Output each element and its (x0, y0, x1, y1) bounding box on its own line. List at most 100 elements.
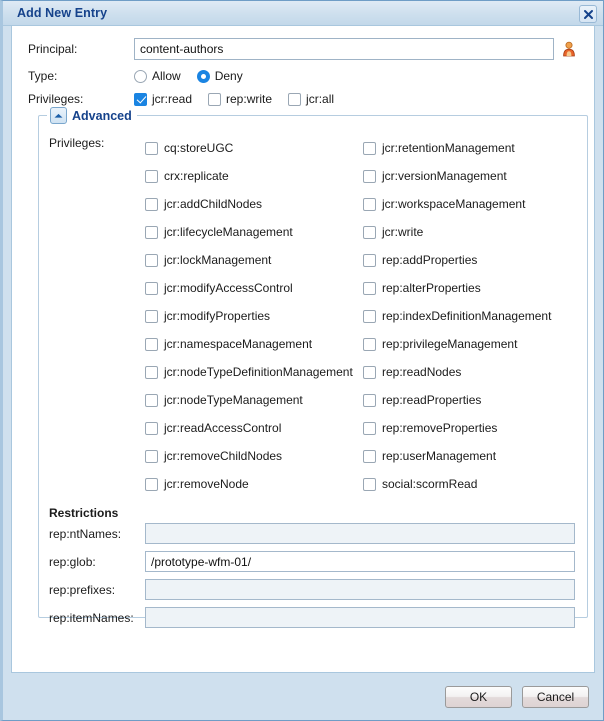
privilege-checkbox-jcr-namespacemanagement[interactable]: jcr:namespaceManagement (145, 330, 363, 358)
checkbox-jcr-all-indicator (288, 92, 302, 106)
principal-label: Principal: (28, 42, 78, 56)
close-glyph (583, 9, 593, 19)
privilege-checkbox-jcr-workspacemanagement[interactable]: jcr:workspaceManagement (363, 190, 581, 218)
radio-allow-indicator (134, 69, 147, 83)
restriction-input-rep-itemnames[interactable] (145, 607, 575, 628)
privilege-checkbox-indicator (363, 141, 376, 155)
privilege-checkbox-label: jcr:lockManagement (164, 253, 272, 267)
privilege-checkbox-indicator (145, 365, 158, 379)
privilege-checkbox-jcr-removenode[interactable]: jcr:removeNode (145, 470, 363, 498)
privilege-checkbox-indicator (363, 393, 376, 407)
privilege-checkbox-indicator (145, 421, 158, 435)
restriction-input-rep-ntnames[interactable] (145, 523, 575, 544)
privilege-checkbox-label: rep:privilegeManagement (382, 337, 518, 351)
principal-input[interactable] (134, 38, 555, 60)
privilege-checkbox-jcr-write[interactable]: jcr:write (363, 218, 581, 246)
privileges-label: Privileges: (28, 92, 84, 106)
privilege-checkbox-jcr-modifyaccesscontrol[interactable]: jcr:modifyAccessControl (145, 274, 363, 302)
privilege-checkbox-label: cq:storeUGC (164, 141, 234, 155)
privilege-checkbox-label: jcr:modifyAccessControl (164, 281, 293, 295)
privilege-checkbox-jcr-addchildnodes[interactable]: jcr:addChildNodes (145, 190, 363, 218)
privilege-checkbox-indicator (145, 253, 158, 267)
privilege-checkbox-label: jcr:addChildNodes (164, 197, 263, 211)
privilege-checkbox-jcr-lifecyclemanagement[interactable]: jcr:lifecycleManagement (145, 218, 363, 246)
privilege-checkbox-rep-privilegemanagement[interactable]: rep:privilegeManagement (363, 330, 581, 358)
privilege-checkbox-indicator (145, 337, 158, 351)
restriction-label-rep-itemnames: rep:itemNames: (49, 610, 134, 625)
privilege-checkbox-label: rep:removeProperties (382, 421, 498, 435)
privilege-checkbox-label: rep:readNodes (382, 365, 462, 379)
restriction-label-rep-ntnames: rep:ntNames: (49, 526, 122, 541)
privilege-checkbox-label: jcr:readAccessControl (164, 421, 282, 435)
privilege-checkbox-jcr-versionmanagement[interactable]: jcr:versionManagement (363, 162, 581, 190)
restriction-row: rep:glob: (49, 551, 577, 572)
chevron-up-icon[interactable] (50, 107, 67, 124)
privilege-checkbox-rep-readproperties[interactable]: rep:readProperties (363, 386, 581, 414)
privilege-checkbox-label: jcr:nodeTypeManagement (164, 393, 303, 407)
privileges-checkbox-group: jcr:read rep:write jcr:all (134, 92, 350, 106)
privilege-checkbox-jcr-retentionmanagement[interactable]: jcr:retentionManagement (363, 134, 581, 162)
privilege-checkbox-label: jcr:modifyProperties (164, 309, 271, 323)
advanced-privileges-column-right: jcr:retentionManagement jcr:versionManage… (363, 134, 581, 498)
restriction-input-rep-glob[interactable] (145, 551, 575, 572)
advanced-privileges-columns: cq:storeUGC crx:replicate jcr:addChildNode… (145, 134, 581, 498)
restriction-row: rep:itemNames: (49, 607, 577, 628)
checkbox-rep-write-label: rep:write (226, 92, 273, 106)
radio-deny-label: Deny (214, 69, 243, 83)
privilege-checkbox-rep-readnodes[interactable]: rep:readNodes (363, 358, 581, 386)
chevron-up-glyph (54, 113, 63, 118)
radio-deny[interactable]: Deny (196, 69, 243, 83)
privilege-checkbox-label: rep:indexDefinitionManagement (382, 309, 552, 323)
advanced-privileges-column-left: cq:storeUGC crx:replicate jcr:addChildNode… (145, 134, 363, 498)
privilege-checkbox-indicator (145, 309, 158, 323)
dialog-footer: OK Cancel (3, 673, 603, 720)
radio-allow-label: Allow (152, 69, 181, 83)
privilege-checkbox-rep-usermanagement[interactable]: rep:userManagement (363, 442, 581, 470)
radio-deny-indicator (196, 69, 210, 83)
privilege-checkbox-indicator (145, 169, 158, 183)
privilege-checkbox-social-scormread[interactable]: social:scormRead (363, 470, 581, 498)
privilege-checkbox-label: rep:userManagement (382, 449, 497, 463)
privilege-checkbox-jcr-lockmanagement[interactable]: jcr:lockManagement (145, 246, 363, 274)
privileges-row: Privileges: jcr:read rep:write jcr:all (28, 92, 578, 106)
privilege-checkbox-jcr-removechildnodes[interactable]: jcr:removeChildNodes (145, 442, 363, 470)
privilege-checkbox-indicator (363, 449, 376, 463)
cancel-button[interactable]: Cancel (522, 685, 589, 708)
privilege-checkbox-indicator (363, 421, 376, 435)
privilege-checkbox-label: social:scormRead (382, 477, 478, 491)
restriction-label-rep-prefixes: rep:prefixes: (49, 582, 116, 597)
privilege-checkbox-jcr-nodetypemanagement[interactable]: jcr:nodeTypeManagement (145, 386, 363, 414)
privilege-checkbox-rep-alterproperties[interactable]: rep:alterProperties (363, 274, 581, 302)
restriction-input-rep-prefixes[interactable] (145, 579, 575, 600)
checkbox-rep-write[interactable]: rep:write (208, 92, 272, 106)
advanced-fieldset: Advanced Privileges: cq:storeUGC crx:repl… (38, 107, 588, 628)
advanced-legend: Advanced (47, 107, 137, 124)
radio-allow[interactable]: Allow (134, 69, 181, 83)
privilege-checkbox-indicator (145, 281, 158, 295)
privilege-checkbox-jcr-readaccesscontrol[interactable]: jcr:readAccessControl (145, 414, 363, 442)
privilege-checkbox-indicator (145, 449, 158, 463)
privilege-checkbox-cq-storeugc[interactable]: cq:storeUGC (145, 134, 363, 162)
privilege-checkbox-jcr-modifyproperties[interactable]: jcr:modifyProperties (145, 302, 363, 330)
restrictions-title: Restrictions (49, 506, 119, 520)
privilege-checkbox-indicator (363, 477, 376, 491)
checkbox-jcr-all[interactable]: jcr:all (288, 92, 334, 106)
checkbox-jcr-read-indicator (134, 92, 147, 106)
checkbox-jcr-read-label: jcr:read (152, 92, 193, 106)
checkbox-jcr-read[interactable]: jcr:read (134, 92, 192, 106)
privilege-checkbox-rep-indexdefinitionmanagement[interactable]: rep:indexDefinitionManagement (363, 302, 581, 330)
privilege-checkbox-rep-removeproperties[interactable]: rep:removeProperties (363, 414, 581, 442)
type-label: Type: (28, 69, 58, 83)
restriction-row: rep:prefixes: (49, 579, 577, 600)
user-icon[interactable] (560, 39, 578, 59)
privilege-checkbox-crx-replicate[interactable]: crx:replicate (145, 162, 363, 190)
privilege-checkbox-indicator (363, 197, 376, 211)
privilege-checkbox-rep-addproperties[interactable]: rep:addProperties (363, 246, 581, 274)
ok-button[interactable]: OK (445, 685, 512, 708)
dialog-title: Add New Entry (17, 6, 108, 20)
advanced-privileges-area: Privileges: cq:storeUGC crx:replicate jcr:… (49, 134, 577, 498)
close-icon[interactable] (579, 5, 597, 23)
privilege-checkbox-jcr-nodetypedefinitionmanagement[interactable]: jcr:nodeTypeDefinitionManagement (145, 358, 363, 386)
privilege-checkbox-indicator (363, 337, 376, 351)
advanced-privileges-label: Privileges: (49, 136, 105, 150)
